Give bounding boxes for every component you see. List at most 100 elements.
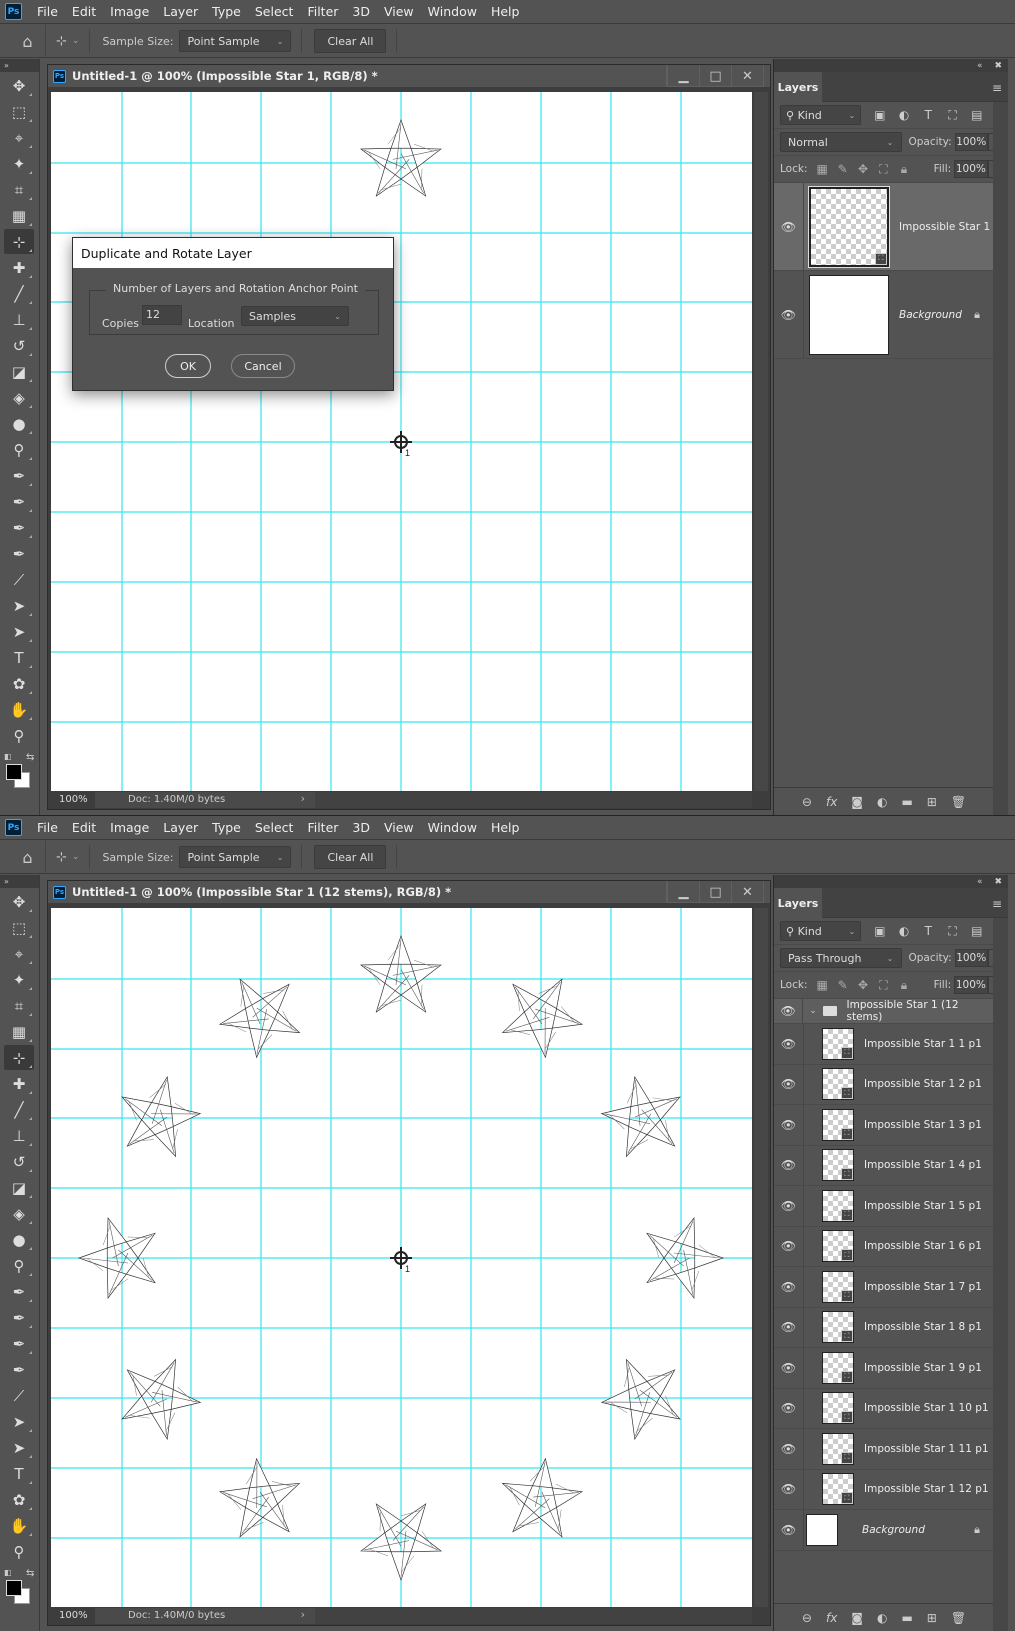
canvas[interactable]: 1 xyxy=(51,908,752,1607)
custom-shape-tool[interactable]: ✿ xyxy=(4,671,34,696)
foreground-color-swatch[interactable] xyxy=(6,1580,22,1596)
menu-window[interactable]: Window xyxy=(428,820,477,835)
clear-all-button[interactable]: Clear All xyxy=(314,845,387,869)
default-colors-icon[interactable]: ◧ xyxy=(4,752,12,761)
brush-tool[interactable]: ╱ xyxy=(4,1097,34,1122)
blend-mode-select[interactable]: Normal ⌄ xyxy=(780,132,902,152)
menu-layer[interactable]: Layer xyxy=(163,820,198,835)
hand-tool[interactable]: ✋ xyxy=(4,697,34,722)
layer-row[interactable]: 👁︎ ⛶ Impossible Star 1 2 p1 xyxy=(774,1064,994,1105)
visibility-eye-icon[interactable]: 👁︎ xyxy=(774,999,804,1023)
menu-filter[interactable]: Filter xyxy=(307,4,338,19)
delete-anchor-point-tool[interactable]: ✒ xyxy=(4,1357,34,1382)
foreground-color-swatch[interactable] xyxy=(6,764,22,780)
blend-mode-select[interactable]: Pass Through ⌄ xyxy=(780,948,902,968)
panel-menu-icon[interactable]: ≡ xyxy=(992,897,1002,911)
direct-selection-tool[interactable]: ➤ xyxy=(4,619,34,644)
vertical-scrollbar[interactable] xyxy=(754,908,768,1607)
lock-pixels-icon[interactable]: ✎ xyxy=(837,978,848,992)
panel-scrollbar[interactable] xyxy=(993,918,1008,1631)
swap-colors-icon[interactable]: ⇆ xyxy=(26,752,34,763)
home-button[interactable]: ⌂ xyxy=(10,840,46,874)
zoom-tool[interactable]: ⚲ xyxy=(4,723,34,748)
dodge-tool[interactable]: ⚲ xyxy=(4,1253,34,1278)
ok-button[interactable]: OK xyxy=(165,354,211,378)
copies-input[interactable]: 12 xyxy=(142,305,182,325)
visibility-eye-icon[interactable]: 👁︎ xyxy=(774,1267,804,1307)
opacity-input[interactable]: 100% xyxy=(954,133,988,151)
swap-colors-icon[interactable]: ⇆ xyxy=(26,1568,34,1579)
opacity-input[interactable]: 100% xyxy=(954,949,988,967)
add-anchor-point-tool[interactable]: ✒ xyxy=(4,1331,34,1356)
color-sampler-tool[interactable]: ⊹ xyxy=(4,229,34,254)
marquee-tool[interactable]: ⬚ xyxy=(4,99,34,124)
visibility-eye-icon[interactable]: 👁︎ xyxy=(774,1186,804,1226)
menu-edit[interactable]: Edit xyxy=(72,4,96,19)
move-tool[interactable]: ✥ xyxy=(4,889,34,914)
paint-bucket-tool[interactable]: ◈ xyxy=(4,385,34,410)
new-group-icon[interactable]: ▬ xyxy=(901,1611,912,1625)
layer-row[interactable]: 👁︎ ⛶ Impossible Star 1 1 p1 xyxy=(774,1024,994,1065)
frame-tool[interactable]: ▦ xyxy=(4,1019,34,1044)
move-tool[interactable]: ✥ xyxy=(4,73,34,98)
cancel-button[interactable]: Cancel xyxy=(231,354,295,378)
visibility-eye-icon[interactable]: 👁︎ xyxy=(774,1105,804,1145)
clear-all-button[interactable]: Clear All xyxy=(314,29,387,53)
lasso-tool[interactable]: ⌖ xyxy=(4,941,34,966)
fx-icon[interactable]: fx xyxy=(826,1611,837,1625)
new-layer-icon[interactable]: ⊞ xyxy=(927,1611,937,1625)
color-sampler-tool[interactable]: ⊹ xyxy=(4,1045,34,1070)
menu-select[interactable]: Select xyxy=(255,4,294,19)
layer-row[interactable]: 👁︎ ⛶ Impossible Star 1 4 p1 xyxy=(774,1145,994,1186)
convert-point-tool[interactable]: ⟋ xyxy=(4,1383,34,1408)
lock-all-icon[interactable]: 🔒︎ xyxy=(898,978,909,993)
new-layer-icon[interactable]: ⊞ xyxy=(927,795,937,809)
layer-row[interactable]: 👁︎ ⛶ Impossible Star 1 3 p1 xyxy=(774,1105,994,1146)
link-layers-icon[interactable]: ⊖ xyxy=(802,795,812,809)
path-selection-tool[interactable]: ➤ xyxy=(4,1409,34,1434)
menu-help[interactable]: Help xyxy=(491,820,520,835)
add-mask-icon[interactable]: ◙ xyxy=(851,795,863,809)
kind-filter-select[interactable]: ⚲ Kind ⌄ xyxy=(780,105,862,125)
document-tab[interactable]: Ps Untitled-1 @ 100% (Impossible Star 1,… xyxy=(48,65,770,87)
visibility-eye-icon[interactable]: 👁︎ xyxy=(774,1024,804,1064)
paint-bucket-tool[interactable]: ◈ xyxy=(4,1201,34,1226)
fx-icon[interactable]: fx xyxy=(826,795,837,809)
history-brush-tool[interactable]: ↺ xyxy=(4,333,34,358)
lasso-tool[interactable]: ⌖ xyxy=(4,125,34,150)
adjustment-filter-icon[interactable]: ◐ xyxy=(899,924,910,938)
type-filter-icon[interactable]: T xyxy=(923,108,934,122)
visibility-eye-icon[interactable]: 👁︎ xyxy=(774,1388,804,1428)
blur-tool[interactable]: ● xyxy=(4,1227,34,1252)
visibility-eye-icon[interactable]: 👁︎ xyxy=(774,1145,804,1185)
toolbar-collapse-button[interactable]: » xyxy=(0,59,39,72)
direct-selection-tool[interactable]: ➤ xyxy=(4,1435,34,1460)
maximize-button[interactable]: □ xyxy=(699,881,731,903)
pixel-filter-icon[interactable]: ▣ xyxy=(874,924,885,938)
close-panel-icon[interactable]: ✖ xyxy=(994,61,1002,71)
fill-input[interactable]: 100% xyxy=(954,160,988,178)
menu-select[interactable]: Select xyxy=(255,820,294,835)
visibility-eye-icon[interactable]: 👁︎ xyxy=(774,1064,804,1104)
magic-wand-tool[interactable]: ✦ xyxy=(4,151,34,176)
marquee-tool[interactable]: ⬚ xyxy=(4,915,34,940)
menu-file[interactable]: File xyxy=(37,4,58,19)
lock-position-icon[interactable]: ✥ xyxy=(857,162,868,176)
panel-menu-icon[interactable]: ≡ xyxy=(992,81,1002,95)
collapse-panel-icon[interactable]: « xyxy=(977,61,983,71)
crop-tool[interactable]: ⌗ xyxy=(4,177,34,202)
magic-wand-tool[interactable]: ✦ xyxy=(4,967,34,992)
layer-row[interactable]: 👁︎ ⛶ Impossible Star 1 8 p1 xyxy=(774,1307,994,1348)
menu-view[interactable]: View xyxy=(384,4,414,19)
history-brush-tool[interactable]: ↺ xyxy=(4,1149,34,1174)
menu-help[interactable]: Help xyxy=(491,4,520,19)
blur-tool[interactable]: ● xyxy=(4,411,34,436)
menu-layer[interactable]: Layer xyxy=(163,4,198,19)
menu-3d[interactable]: 3D xyxy=(352,820,370,835)
lock-artboard-icon[interactable]: ⛶ xyxy=(878,978,889,993)
menu-view[interactable]: View xyxy=(384,820,414,835)
layer-row[interactable]: 👁︎ Background 🔒︎ xyxy=(774,271,994,359)
delete-anchor-point-tool[interactable]: ✒ xyxy=(4,541,34,566)
lock-transparency-icon[interactable]: ▦ xyxy=(816,978,828,992)
menu-file[interactable]: File xyxy=(37,820,58,835)
